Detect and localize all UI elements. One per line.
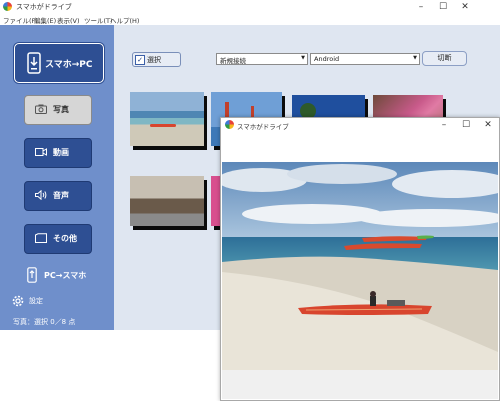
category-audio-label: 音声: [53, 191, 69, 200]
viewer-minimize-button[interactable]: –: [433, 118, 455, 132]
category-video-label: 動画: [53, 148, 69, 157]
folder-icon: [35, 233, 47, 243]
main-window: スマホがドライブ – ☐ ✕ ファイル(F) 編集(E) 表示(V) ツール(T…: [0, 0, 500, 401]
window-title: スマホがドライブ: [16, 3, 72, 11]
chevron-down-icon: ▼: [413, 55, 417, 61]
menu-view[interactable]: 表示(V): [57, 15, 80, 25]
app-logo-icon: [3, 2, 12, 11]
chevron-down-icon: ▼: [301, 55, 305, 61]
status-text: 写真：選択 0／8 点: [13, 318, 76, 326]
close-button[interactable]: ✕: [454, 0, 476, 14]
category-video-button[interactable]: 動画: [24, 138, 92, 168]
category-audio-button[interactable]: 音声: [24, 181, 92, 211]
phone-download-icon: [27, 52, 41, 74]
category-photo-label: 写真: [53, 105, 69, 114]
speaker-icon: [35, 190, 47, 200]
beach-kayak-photo: [222, 162, 498, 370]
photo-viewer-window: スマホがドライブ – ☐ ✕: [220, 117, 500, 401]
connection-value: 新規接続: [220, 57, 246, 65]
phone-to-pc-label: スマホ→PC: [45, 60, 93, 70]
maximize-button[interactable]: ☐: [432, 0, 454, 14]
viewer-logo-icon: [225, 120, 234, 129]
disconnect-button[interactable]: 切断: [422, 51, 467, 66]
photo-thumbnail-trees[interactable]: [130, 176, 204, 226]
photo-thumbnail-beach[interactable]: [130, 92, 204, 146]
check-icon: ✓: [135, 55, 145, 65]
viewer-title-bar: スマホがドライブ – ☐ ✕: [221, 118, 499, 132]
pc-to-phone-button[interactable]: PC→スマホ: [24, 267, 104, 285]
category-other-label: その他: [53, 234, 77, 243]
camera-icon: [35, 104, 47, 114]
select-all-label: 選択: [147, 56, 161, 64]
video-camera-icon: [35, 148, 47, 156]
viewer-photo: [222, 162, 498, 370]
category-photo-button[interactable]: 写真: [24, 95, 92, 125]
kayak-shape: [150, 124, 176, 127]
settings-button[interactable]: 設定: [10, 293, 50, 309]
connection-select[interactable]: 新規接続 ▼: [216, 53, 308, 65]
settings-label: 設定: [29, 297, 43, 305]
viewer-title: スマホがドライブ: [237, 123, 289, 131]
menu-tools[interactable]: ツール(T): [84, 15, 113, 25]
minimize-button[interactable]: –: [410, 0, 432, 14]
category-other-button[interactable]: その他: [24, 224, 92, 254]
gear-icon: [12, 295, 24, 307]
select-all-checkbox[interactable]: ✓ 選択: [132, 52, 181, 67]
pc-to-phone-label: PC→スマホ: [44, 271, 87, 280]
phone-upload-icon: [27, 267, 37, 283]
viewer-maximize-button[interactable]: ☐: [455, 118, 477, 132]
viewer-close-button[interactable]: ✕: [477, 118, 499, 132]
title-bar: スマホがドライブ – ☐ ✕: [0, 0, 500, 14]
photo-thumbnail-pink[interactable]: [211, 176, 220, 226]
menu-edit[interactable]: 編集(E): [34, 15, 56, 25]
phone-to-pc-button[interactable]: スマホ→PC: [14, 43, 104, 83]
menu-file[interactable]: ファイル(F): [3, 15, 38, 25]
os-select[interactable]: Android ▼: [310, 53, 420, 65]
viewer-footer: [222, 370, 498, 399]
os-value: Android: [314, 55, 340, 63]
menu-help[interactable]: ヘルプ(H): [110, 15, 139, 25]
